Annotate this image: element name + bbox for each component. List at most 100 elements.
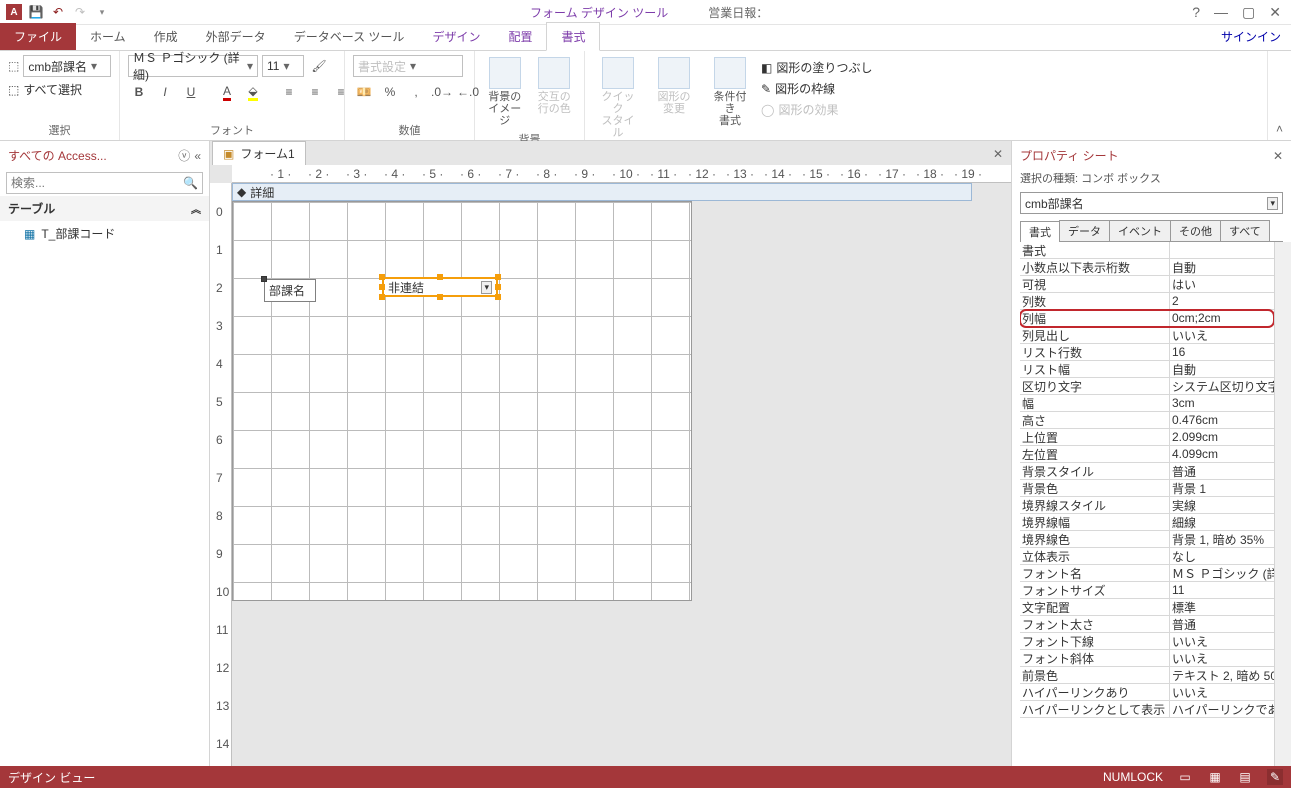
currency-button[interactable]: 💴: [353, 81, 375, 103]
object-selector[interactable]: cmb部課名▾: [23, 55, 111, 77]
property-row[interactable]: ハイパーリンクとして表示ハイパーリンクである場: [1020, 701, 1274, 718]
align-center-button[interactable]: ≡: [304, 81, 326, 103]
property-tab-format[interactable]: 書式: [1020, 221, 1060, 242]
property-value[interactable]: 11: [1170, 583, 1274, 597]
increase-decimal-button[interactable]: .0→: [431, 81, 453, 103]
property-value[interactable]: はい: [1170, 276, 1274, 293]
resize-handle[interactable]: [495, 274, 501, 280]
property-tab-event[interactable]: イベント: [1109, 220, 1171, 241]
tab-arrange[interactable]: 配置: [494, 23, 546, 50]
group-collapse-icon[interactable]: ︽: [191, 201, 201, 216]
shape-effects-button[interactable]: ◯図形の効果: [761, 101, 872, 118]
property-value[interactable]: 普通: [1170, 463, 1274, 480]
change-shape-button[interactable]: 図形の 変更: [649, 55, 699, 117]
qat-dropdown-icon[interactable]: ▾: [94, 4, 110, 20]
property-row[interactable]: 左位置4.099cm: [1020, 446, 1274, 463]
shape-fill-button[interactable]: ◧図形の塗りつぶし: [761, 59, 872, 76]
property-tab-all[interactable]: すべて: [1220, 220, 1270, 241]
resize-handle[interactable]: [379, 294, 385, 300]
property-row[interactable]: 背景スタイル普通: [1020, 463, 1274, 480]
property-value[interactable]: いいえ: [1170, 684, 1274, 701]
nav-search-input[interactable]: [7, 176, 179, 190]
close-icon[interactable]: ✕: [1269, 4, 1281, 21]
property-value[interactable]: なし: [1170, 548, 1274, 565]
property-value[interactable]: いいえ: [1170, 327, 1274, 344]
property-value[interactable]: 自動: [1170, 259, 1274, 276]
nav-item-table[interactable]: ▦ T_部課コード: [0, 221, 209, 246]
help-icon[interactable]: ?: [1192, 4, 1200, 21]
property-row[interactable]: 境界線スタイル実線: [1020, 497, 1274, 514]
property-value[interactable]: 標準: [1170, 599, 1274, 616]
property-row[interactable]: 書式: [1020, 242, 1274, 259]
underline-button[interactable]: U: [180, 81, 202, 103]
dropdown-icon[interactable]: ▾: [1267, 197, 1278, 210]
font-name-combo[interactable]: ＭＳ Ｐゴシック (詳細)▾: [128, 55, 258, 77]
resize-handle[interactable]: [379, 284, 385, 290]
property-row[interactable]: フォント斜体いいえ: [1020, 650, 1274, 667]
nav-collapse-icon[interactable]: «: [194, 149, 201, 163]
property-row[interactable]: 境界線色背景 1, 暗め 35%: [1020, 531, 1274, 548]
format-painter-icon[interactable]: 🖌: [308, 55, 330, 77]
property-value[interactable]: ハイパーリンクである場: [1170, 701, 1274, 718]
nav-pane-title[interactable]: すべての Access...: [8, 147, 107, 164]
layout-view-icon[interactable]: ▤: [1237, 769, 1253, 785]
property-row[interactable]: 列幅0cm;2cm: [1020, 310, 1274, 327]
comma-button[interactable]: ,: [405, 81, 427, 103]
property-value[interactable]: 4.099cm: [1170, 447, 1274, 461]
property-row[interactable]: 可視はい: [1020, 276, 1274, 293]
search-icon[interactable]: 🔍: [179, 176, 202, 190]
property-row[interactable]: 文字配置標準: [1020, 599, 1274, 616]
conditional-formatting-button[interactable]: 条件付き 書式: [705, 55, 755, 129]
resize-handle[interactable]: [437, 274, 443, 280]
resize-handle[interactable]: [379, 274, 385, 280]
form-view-icon[interactable]: ▭: [1177, 769, 1193, 785]
property-value[interactable]: 2: [1170, 294, 1274, 308]
property-row[interactable]: ハイパーリンクありいいえ: [1020, 684, 1274, 701]
resize-handle[interactable]: [437, 294, 443, 300]
tab-file[interactable]: ファイル: [0, 23, 76, 50]
property-row[interactable]: 区切り文字システム区切り文字: [1020, 378, 1274, 395]
property-value[interactable]: 普通: [1170, 616, 1274, 633]
property-value[interactable]: 背景 1, 暗め 35%: [1170, 531, 1274, 548]
property-row[interactable]: フォントサイズ11: [1020, 582, 1274, 599]
alternate-row-color-button[interactable]: 交互の 行の色: [533, 55, 577, 117]
document-close-icon[interactable]: ✕: [985, 143, 1011, 165]
tab-database-tools[interactable]: データベース ツール: [280, 23, 419, 50]
property-value[interactable]: いいえ: [1170, 650, 1274, 667]
property-row[interactable]: 列見出しいいえ: [1020, 327, 1274, 344]
property-value[interactable]: ＭＳ Ｐゴシック (詳: [1170, 565, 1274, 582]
property-value[interactable]: システム区切り文字: [1170, 378, 1274, 395]
property-row[interactable]: リスト行数16: [1020, 344, 1274, 361]
redo-icon[interactable]: ↷: [72, 4, 88, 20]
property-object-selector[interactable]: cmb部課名 ▾: [1020, 192, 1283, 214]
select-all-button[interactable]: ⬚ すべて選択: [8, 81, 82, 98]
maximize-icon[interactable]: ▢: [1242, 4, 1255, 21]
document-tab[interactable]: ▣ フォーム1: [212, 141, 306, 165]
detail-section-bar[interactable]: ◆ 詳細: [232, 183, 972, 201]
property-value[interactable]: いいえ: [1170, 633, 1274, 650]
property-row[interactable]: 背景色背景 1: [1020, 480, 1274, 497]
property-row[interactable]: 高さ0.476cm: [1020, 412, 1274, 429]
property-sheet-close-icon[interactable]: ✕: [1273, 149, 1283, 163]
ribbon-collapse-icon[interactable]: ˄: [1268, 118, 1291, 140]
property-value[interactable]: 背景 1: [1170, 480, 1274, 497]
selection-handle[interactable]: [261, 276, 267, 282]
label-control[interactable]: 部課名: [264, 279, 316, 302]
property-value[interactable]: 自動: [1170, 361, 1274, 378]
fill-color-button[interactable]: ⬙: [242, 81, 264, 103]
form-grid[interactable]: [232, 201, 692, 601]
property-row[interactable]: 境界線幅細線: [1020, 514, 1274, 531]
property-row[interactable]: フォント下線いいえ: [1020, 633, 1274, 650]
datasheet-view-icon[interactable]: ▦: [1207, 769, 1223, 785]
property-value[interactable]: 細線: [1170, 514, 1274, 531]
resize-handle[interactable]: [495, 284, 501, 290]
property-tab-data[interactable]: データ: [1059, 220, 1110, 241]
background-image-button[interactable]: 背景の イメージ: [483, 55, 527, 129]
minimize-icon[interactable]: —: [1214, 4, 1228, 21]
resize-handle[interactable]: [495, 294, 501, 300]
sign-in-link[interactable]: サインイン: [1211, 23, 1291, 50]
property-row[interactable]: 立体表示なし: [1020, 548, 1274, 565]
percent-button[interactable]: %: [379, 81, 401, 103]
property-tab-other[interactable]: その他: [1170, 220, 1221, 241]
vertical-ruler[interactable]: document.write(Array.from({length:15},(_…: [210, 183, 232, 766]
